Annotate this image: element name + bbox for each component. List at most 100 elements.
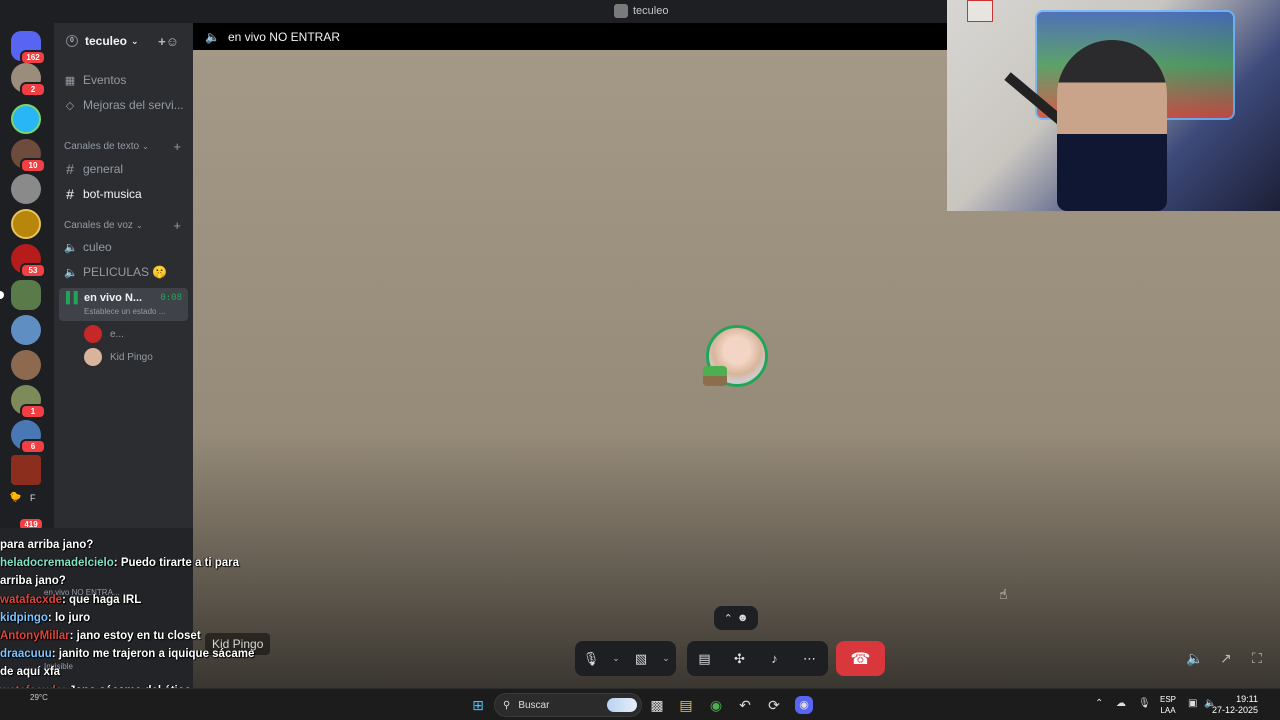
app-icon[interactable]: ↶ [736, 696, 754, 714]
server-icon[interactable] [11, 455, 41, 485]
boost-icon: ◇ [65, 99, 75, 112]
discord-icon[interactable]: ◉ [795, 696, 813, 714]
voice-user[interactable]: e... [84, 325, 124, 343]
language-code: ESP [1160, 695, 1177, 704]
channel-general[interactable]: # general [64, 161, 123, 177]
hand-cursor-icon: ☝ [999, 586, 1008, 602]
disconnect-button[interactable]: ☎ [836, 641, 885, 676]
server-icon[interactable]: 2 [11, 63, 46, 97]
window-title-text: teculeo [633, 5, 669, 17]
voice-channel-peliculas[interactable]: 🔈 PELICULAS 🤫 [64, 265, 167, 279]
voice-user[interactable]: Kid Pingo [84, 348, 153, 366]
file-explorer-icon[interactable]: ▤ [677, 696, 695, 714]
server-icon[interactable] [11, 315, 41, 345]
taskbar-search[interactable]: ⚲ Buscar [494, 693, 642, 717]
webcam-overlay [947, 0, 1280, 211]
chevron-down-icon[interactable]: ⌄ [607, 641, 625, 676]
chevron-up-icon: ⌃ [723, 612, 733, 625]
task-view-icon[interactable]: ▩ [648, 696, 666, 714]
activities-icon[interactable]: ✣ [722, 641, 757, 676]
channel-bot-musica[interactable]: # bot-musica [64, 186, 142, 202]
hash-icon: # [66, 161, 74, 177]
wall-sign [967, 0, 993, 22]
chat-username: kidpingo [0, 611, 48, 624]
chat-text: jano estoy en tu closet [76, 630, 201, 643]
direct-messages-icon[interactable]: 162 [11, 31, 46, 65]
chevron-down-icon[interactable]: ⌄ [657, 641, 675, 676]
stage-header: 🔈 en vivo NO ENTRAR [193, 23, 947, 50]
channel-label: culeo [83, 240, 112, 254]
voice-channel-culeo[interactable]: 🔈 culeo [64, 240, 112, 254]
avatar [84, 325, 102, 343]
hash-icon: # [66, 186, 74, 202]
chrome-icon[interactable]: ◉ [707, 696, 725, 714]
network-icon[interactable]: ▣ [1188, 698, 1197, 709]
server-boosts-label: Mejoras del servi... [83, 98, 184, 112]
chat-username: heladocremadelcielo [0, 557, 114, 570]
fullscreen-icon[interactable]: ⛶ [1252, 650, 1262, 667]
microphone-icon[interactable]: 🎙 [575, 641, 607, 676]
server-icon[interactable] [11, 209, 41, 239]
notification-badge: 6 [20, 439, 46, 454]
server-icon[interactable] [0, 280, 41, 310]
server-icon[interactable] [11, 350, 41, 380]
call-timer: 0:08 [160, 293, 182, 303]
camera-off-icon[interactable]: ▧ [625, 641, 657, 676]
cloud-icon[interactable]: ☁ [1116, 698, 1126, 709]
server-icon[interactable]: 6 [11, 420, 46, 454]
keyboard-layout: LAA [1160, 706, 1176, 715]
text-channels-category[interactable]: Canales de texto ⌄ [64, 141, 149, 152]
invite-user-icon[interactable]: +☺ [158, 34, 179, 49]
window-title: teculeo [614, 4, 668, 18]
channel-label: PELICULAS 🤫 [83, 265, 168, 279]
add-channel-icon[interactable]: + [173, 139, 181, 154]
add-channel-icon[interactable]: + [173, 218, 181, 233]
chat-message: watafacxde: que haga IRL [0, 593, 142, 606]
participant-avatar[interactable] [703, 325, 768, 387]
speaker-icon: 🔈 [64, 241, 78, 254]
volume-icon[interactable]: 🔈 [1186, 650, 1203, 667]
soundboard-icon[interactable]: ♪ [757, 641, 792, 676]
windows-start-icon[interactable]: ⊞ [469, 696, 487, 714]
microphone-icon[interactable]: 🎙 [1138, 698, 1151, 709]
server-icon[interactable] [11, 174, 41, 204]
voice-channels-category[interactable]: Canales de voz ⌄ [64, 220, 143, 231]
chevron-down-icon: ⌄ [135, 221, 143, 230]
folder-icon: 🐤 [9, 492, 22, 503]
chat-message: kidpingo: lo juro [0, 611, 91, 624]
server-name: teculeo [85, 34, 128, 48]
server-icon[interactable] [11, 104, 41, 134]
app-icon[interactable]: ⟳ [765, 696, 783, 714]
notification-badge: 1 [20, 404, 46, 419]
search-highlight-icon [607, 698, 637, 712]
category-label: Canales de texto [64, 141, 140, 152]
server-header[interactable]: 0 teculeo ⌄ +☺ [54, 23, 193, 59]
events-item[interactable]: ▦ Eventos [64, 73, 127, 87]
channel-label: general [83, 162, 124, 176]
channel-status[interactable]: Establece un estado ... [84, 307, 165, 316]
show-participants-button[interactable]: ⌃ ☻ [714, 606, 758, 630]
chat-text: que haga IRL [69, 593, 142, 606]
windows-taskbar: 29°C ⊞ ⚲ Buscar ▩ ▤ ◉ ↶ ⟳ ◉ ⌃ ☁ 🎙 ESP LA… [0, 688, 1280, 720]
chat-message: heladocremadelcielo: Puedo tirarte a ti … [0, 557, 240, 588]
screen-share-icon[interactable]: ▤ [687, 641, 722, 676]
server-icon[interactable]: 1 [11, 385, 46, 419]
server-icon[interactable]: 10 [11, 139, 46, 173]
server-icon[interactable]: 53 [11, 244, 46, 278]
weather-widget[interactable]: 29°C [30, 693, 48, 702]
pop-out-icon[interactable]: ↗ [1220, 650, 1232, 667]
more-options-icon[interactable]: ⋯ [792, 641, 827, 676]
voice-channel-active[interactable]: ▌▌ en vivo N... 0:08 Establece un estado… [59, 288, 188, 321]
server-boosts-item[interactable]: ◇ Mejoras del servi... [64, 98, 184, 112]
notification-badge: 10 [20, 158, 46, 173]
chevron-up-icon[interactable]: ⌃ [1095, 698, 1103, 709]
language-indicator[interactable]: ESP LAA [1160, 694, 1176, 716]
server-folder[interactable]: 🐤 F 419 [9, 490, 44, 532]
selected-pill [0, 291, 4, 299]
avatar-decoration-icon [703, 366, 727, 386]
search-icon: ⚲ [503, 699, 511, 711]
chat-text: para arriba jano? [0, 539, 94, 551]
taskbar-clock[interactable]: 19:11 27-12-2025 [1212, 694, 1258, 716]
chat-text: lo juro [54, 611, 91, 624]
stage-channel-name: en vivo NO ENTRAR [227, 29, 340, 44]
